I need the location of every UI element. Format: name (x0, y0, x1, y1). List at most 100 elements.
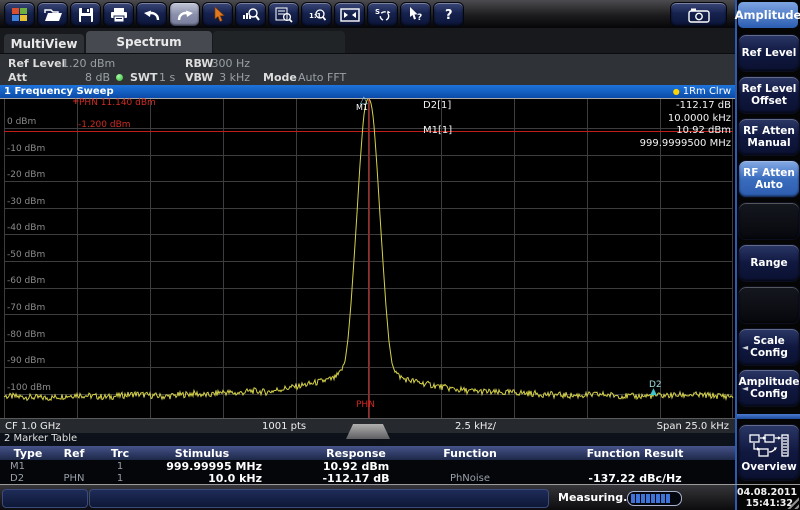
zoom-1to1-icon[interactable]: 1:1 (301, 2, 332, 27)
status-message-panel (89, 489, 549, 508)
tab-empty-slot[interactable] (213, 31, 345, 53)
mode-label: Mode (263, 71, 297, 84)
measuring-status: Measuring... (558, 491, 636, 504)
print-icon[interactable] (103, 2, 134, 27)
sweep-points[interactable]: 1001 pts (262, 421, 306, 432)
status-bar: Measuring... (0, 485, 735, 510)
svg-text:?: ? (445, 8, 453, 23)
col-ref: Ref (52, 447, 96, 460)
help-icon[interactable]: ? (433, 2, 464, 27)
zoom-overview-icon[interactable] (268, 2, 299, 27)
col-function: Function (420, 447, 520, 460)
att-label: Att (8, 71, 27, 84)
ref-line-label: -1.200 dBm (78, 120, 131, 130)
svg-text:1:1: 1:1 (309, 12, 322, 20)
phn-carrier-line[interactable] (368, 99, 369, 419)
rbw-value[interactable]: 300 Hz (210, 57, 250, 70)
settings-strip: Ref Level -1.20 dBm RBW 300 Hz Att 8 dB … (0, 53, 735, 86)
svg-text:S: S (375, 8, 380, 16)
readout-m1-freq: 999.9999500 MHz (500, 138, 731, 149)
dialog-arrow-icon: ◄ (742, 383, 748, 395)
softkey-amplitude-config[interactable]: ◄ Amplitude Config (738, 369, 800, 407)
context-help-icon[interactable]: ? (400, 2, 431, 27)
marker-d2-icon[interactable]: ▲ (650, 387, 657, 397)
dialog-arrow-icon: ◄ (742, 342, 748, 354)
select-pointer-icon[interactable] (202, 2, 233, 27)
phn-level-label: PHN 11.140 dBm (79, 98, 156, 108)
cell-type: M1 (10, 461, 25, 472)
swt-label: SWT (130, 71, 158, 84)
readout-d2-name: D2[1] (423, 100, 451, 111)
phn-bottom-label: PHN (356, 400, 375, 410)
windows-logo-icon[interactable] (4, 2, 35, 27)
spectrum-graph: 0 dBm -10 dBm -20 dBm -30 dBm -40 dBm -5… (0, 98, 735, 419)
mode-value[interactable]: Auto FFT (298, 71, 346, 84)
marker-table-title: 2 Marker Table (4, 433, 77, 444)
screenshot-camera-icon[interactable] (670, 2, 727, 27)
softkey-label: Ref Level (742, 47, 797, 59)
tab-spectrum[interactable]: Spectrum (86, 31, 212, 53)
tab-multiview[interactable]: MultiView (4, 34, 84, 53)
time-label: 15:41:32 (737, 498, 793, 509)
att-auto-led-icon (116, 74, 123, 81)
col-trc: Trc (98, 447, 142, 460)
tab-spectrum-label: Spectrum (116, 35, 181, 49)
softkey-scale-config[interactable]: ◄ Scale Config (738, 328, 800, 366)
softkey-separator (737, 414, 800, 419)
center-frequency[interactable]: CF 1.0 GHz (5, 421, 61, 432)
spectrum-analyzer-screen: 1:1 S ? ? MultiView Spectrum Ref Level -… (0, 0, 800, 510)
softkey-label: RF Atten Manual (739, 125, 799, 149)
readout-d2-freq: 10.0000 kHz (500, 113, 731, 124)
tab-bar: MultiView Spectrum (0, 28, 735, 53)
save-icon[interactable] (70, 2, 101, 27)
trace-badge[interactable]: 1Rm Clrw (683, 86, 731, 97)
readout-m1-name: M1[1] (423, 125, 452, 136)
marker-m1-label: M1 (356, 103, 368, 112)
cell-ref: PHN (52, 473, 96, 484)
softkey-sidebar: Amplitude Ref Level Ref Level Offset RF … (735, 0, 800, 510)
softkey-label: Range (750, 257, 787, 269)
undo-icon[interactable] (136, 2, 167, 27)
softkey-rf-atten-auto[interactable]: RF Atten Auto (738, 160, 800, 198)
vbw-value[interactable]: 3 kHz (210, 71, 250, 84)
ref-level-value[interactable]: -1.20 dBm (58, 57, 114, 70)
softkey-menu-title: Amplitude (735, 8, 800, 22)
readout-m1-value: 10.92 dBm (500, 125, 731, 136)
col-response: Response (292, 447, 420, 460)
cell-function: PhNoise (420, 473, 520, 484)
cell-type: D2 (10, 473, 24, 484)
measurement-progress-bar (627, 491, 682, 506)
toolbar: 1:1 S ? ? (0, 0, 735, 28)
softkey-label: Overview (741, 461, 796, 473)
marker-table-header-row: Type Ref Trc Stimulus Response Function … (0, 446, 735, 460)
col-function-result: Function Result (540, 447, 730, 460)
readout-d2-value: -112.17 dB (500, 100, 731, 111)
redo-icon[interactable] (169, 2, 200, 27)
open-icon[interactable] (37, 2, 68, 27)
overview-button[interactable]: Overview (738, 424, 800, 481)
col-type: Type (8, 447, 48, 460)
softkey-rf-atten-manual[interactable]: RF Atten Manual (738, 118, 800, 156)
softkey-range[interactable]: Range (738, 244, 800, 282)
ref-level-label: Ref Level (8, 57, 65, 70)
cell-trc: 1 (98, 473, 142, 484)
zoom-selection-icon[interactable] (235, 2, 266, 27)
span[interactable]: Span 25.0 kHz (657, 421, 729, 432)
swt-value[interactable]: 1 s (159, 71, 175, 84)
att-value[interactable]: 8 dB (58, 71, 110, 84)
status-panel-left (2, 489, 88, 508)
window-splitter-handle[interactable] (346, 424, 390, 439)
softkey-blank-2 (738, 286, 800, 324)
col-stimulus: Stimulus (142, 447, 262, 460)
trace-color-dot-icon: ● (673, 87, 680, 96)
softkey-ref-level[interactable]: Ref Level (738, 34, 800, 72)
softkey-label: RF Atten Auto (739, 167, 799, 191)
softkey-menu-header: Amplitude (738, 2, 798, 28)
sweep-continuous-icon[interactable]: S (367, 2, 398, 27)
softkey-ref-level-offset[interactable]: Ref Level Offset (738, 76, 800, 114)
softkey-blank-1 (738, 202, 800, 240)
cell-trc: 1 (98, 461, 142, 472)
display-config-icon[interactable] (334, 2, 365, 27)
tab-multiview-label: MultiView (11, 37, 78, 51)
datetime-display: 04.08.2011 15:41:32 (737, 487, 793, 509)
